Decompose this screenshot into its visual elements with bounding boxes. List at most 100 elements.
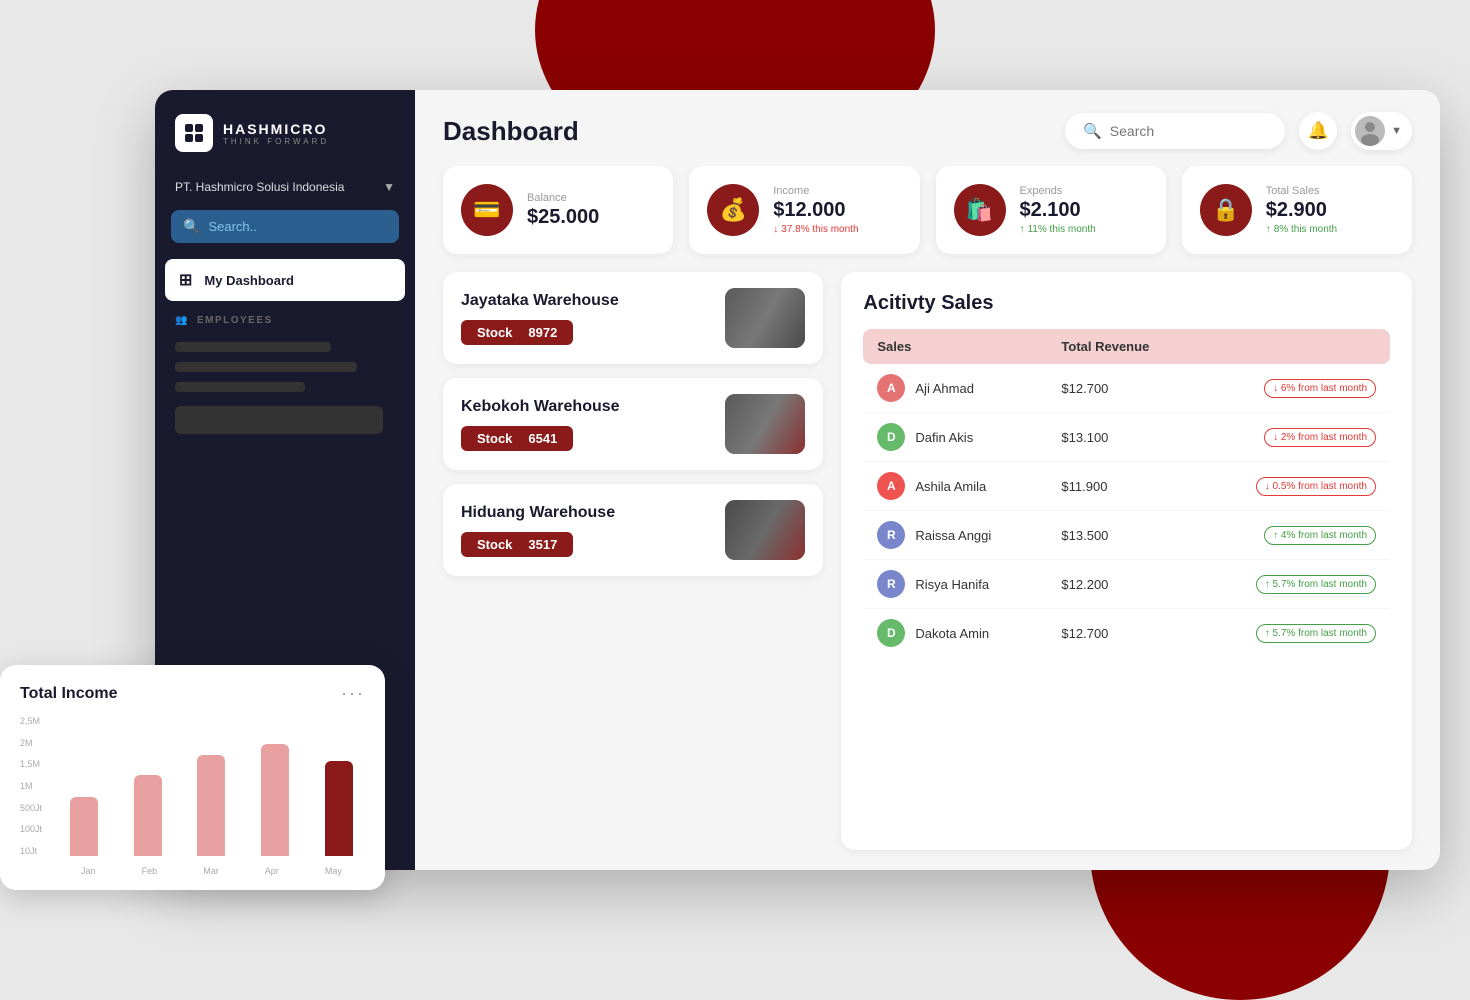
expends-change: ↑ 11% this month — [1020, 224, 1148, 235]
activity-row-ashila: A Ashila Amila $11.900 ↓ 0.5% from last … — [863, 462, 1390, 511]
change-cell-aji: ↓ 6% from last month — [1198, 364, 1390, 413]
chart-bars-area — [58, 716, 365, 856]
income-widget-title: Total Income — [20, 685, 118, 703]
warehouse-info-kebokoh: Kebokoh Warehouse Stock 6541 — [461, 398, 725, 451]
warehouse-img-jayataka — [725, 288, 805, 348]
chart-bar-may — [325, 761, 353, 856]
income-change-text: 37.8% this month — [781, 224, 858, 235]
logo-tagline: THINK FORWARD — [223, 137, 329, 146]
col-revenue: Total Revenue — [1047, 329, 1197, 364]
activity-card: Acitivty Sales Sales Total Revenue — [841, 272, 1412, 850]
section-employees: 👥 EMPLOYEES — [155, 301, 415, 332]
revenue-cell-raissa: $13.500 — [1047, 511, 1197, 560]
change-badge-aji: ↓ 6% from last month — [1264, 379, 1376, 398]
search-icon: 🔍 — [1083, 122, 1102, 140]
warehouse-name-hiduang: Hiduang Warehouse — [461, 504, 725, 522]
stock-badge-hiduang: Stock 3517 — [461, 532, 573, 557]
chart-bar-apr — [261, 744, 289, 856]
warehouse-card-hiduang: Hiduang Warehouse Stock 3517 — [443, 484, 823, 576]
person-avatar-aji: A — [877, 374, 905, 402]
nav-skeleton-2 — [175, 362, 357, 372]
stat-card-income: 💰 Income $12.000 ↓ 37.8% this month — [689, 166, 919, 254]
company-selector[interactable]: PT. Hashmicro Solusi Indonesia ▼ — [155, 172, 415, 210]
avatar — [1355, 116, 1385, 146]
change-cell-dafin: ↓ 2% from last month — [1198, 413, 1390, 462]
activity-row-risya: R Risya Hanifa $12.200 ↑ 5.7% from last … — [863, 560, 1390, 609]
warehouse-img-hiduang — [725, 500, 805, 560]
activity-row-dakota: D Dakota Amin $12.700 ↑ 5.7% from last m… — [863, 609, 1390, 658]
sales-person-cell: R Raissa Anggi — [863, 511, 1047, 560]
nav-skeleton-3 — [175, 382, 305, 392]
revenue-cell-ashila: $11.900 — [1047, 462, 1197, 511]
chart-x-label-may: May — [325, 866, 342, 876]
warehouse-name-kebokoh: Kebokoh Warehouse — [461, 398, 725, 416]
warehouse-name-jayataka: Jayataka Warehouse — [461, 292, 725, 310]
stat-info-income: Income $12.000 ↓ 37.8% this month — [773, 185, 901, 235]
stat-card-total-sales: 🔒 Total Sales $2.900 ↑ 8% this month — [1182, 166, 1412, 254]
chart-y-label: 100Jt — [20, 824, 42, 834]
dashboard-icon: ⊞ — [179, 270, 192, 290]
income-widget-menu-button[interactable]: ··· — [341, 683, 365, 704]
change-badge-risya: ↑ 5.7% from last month — [1256, 575, 1376, 594]
logo-text: HASHMICRO THINK FORWARD — [223, 121, 329, 146]
stock-badge-jayataka: Stock 8972 — [461, 320, 573, 345]
chart-bar-col-feb — [122, 716, 174, 856]
balance-label: Balance — [527, 192, 655, 204]
main-content: Dashboard 🔍 🔔 ▼ — [415, 90, 1440, 870]
stat-info-balance: Balance $25.000 — [527, 192, 655, 229]
avatar-button[interactable]: ▼ — [1351, 112, 1412, 150]
total-sales-label: Total Sales — [1266, 185, 1394, 197]
expends-label: Expends — [1020, 185, 1148, 197]
person-avatar-dakota: D — [877, 619, 905, 647]
chart-area: 2,5M2M1,5M1M500Jt100Jt10Jt JanFebMarAprM… — [20, 716, 365, 876]
balance-icon: 💳 — [461, 184, 513, 236]
income-label: Income — [773, 185, 901, 197]
chart-y-labels: 2,5M2M1,5M1M500Jt100Jt10Jt — [20, 716, 42, 856]
chart-y-label: 1M — [20, 781, 42, 791]
person-avatar-ashila: A — [877, 472, 905, 500]
person-name-aji: Aji Ahmad — [915, 381, 974, 396]
chevron-down-icon: ▼ — [1391, 125, 1402, 137]
change-badge-dafin: ↓ 2% from last month — [1264, 428, 1376, 447]
person-avatar-raissa: R — [877, 521, 905, 549]
expends-change-icon: ↑ — [1020, 224, 1025, 235]
sidebar-search-container: 🔍 — [171, 210, 399, 243]
activity-table: Sales Total Revenue A Aji Ahmad $12.700 — [863, 329, 1390, 657]
employees-icon: 👥 — [175, 315, 189, 326]
sidebar-item-dashboard[interactable]: ⊞ My Dashboard — [165, 259, 405, 301]
income-icon: 💰 — [707, 184, 759, 236]
sales-person-cell: D Dafin Akis — [863, 413, 1047, 462]
company-dropdown-icon: ▼ — [383, 180, 395, 194]
sidebar-search-input[interactable] — [208, 219, 387, 234]
activity-row-raissa: R Raissa Anggi $13.500 ↑ 4% from last mo… — [863, 511, 1390, 560]
income-widget-header: Total Income ··· — [20, 683, 365, 704]
revenue-cell-risya: $12.200 — [1047, 560, 1197, 609]
sidebar-logo: HASHMICRO THINK FORWARD — [155, 90, 415, 172]
person-avatar-risya: R — [877, 570, 905, 598]
search-input[interactable] — [1110, 123, 1267, 139]
chart-y-label: 10Jt — [20, 846, 42, 856]
stock-label-hiduang: Stock — [477, 537, 512, 552]
search-bar[interactable]: 🔍 — [1065, 113, 1285, 149]
nav-skeleton-1 — [175, 342, 331, 352]
notification-button[interactable]: 🔔 — [1299, 112, 1337, 150]
logo-icon — [175, 114, 213, 152]
sales-person-cell: A Aji Ahmad — [863, 364, 1047, 413]
main-header: Dashboard 🔍 🔔 ▼ — [415, 90, 1440, 166]
dashboard-body: 💳 Balance $25.000 💰 Income $12.000 ↓ 37.… — [415, 166, 1440, 870]
income-change-icon: ↓ — [773, 224, 778, 235]
col-sales: Sales — [863, 329, 1047, 364]
chart-bar-col-may — [313, 716, 365, 856]
total-sales-value: $2.900 — [1266, 199, 1394, 222]
logo-brand: HASHMICRO — [223, 121, 329, 137]
header-right: 🔍 🔔 ▼ — [1065, 112, 1412, 150]
stock-value-hiduang: 3517 — [528, 537, 557, 552]
chart-bar-jan — [70, 797, 98, 856]
stock-badge-kebokoh: Stock 6541 — [461, 426, 573, 451]
chart-y-label: 2,5M — [20, 716, 42, 726]
total-sales-change-icon: ↑ — [1266, 224, 1271, 235]
revenue-cell-aji: $12.700 — [1047, 364, 1197, 413]
chart-bar-col-mar — [186, 716, 238, 856]
company-name: PT. Hashmicro Solusi Indonesia — [175, 180, 344, 194]
stat-card-balance: 💳 Balance $25.000 — [443, 166, 673, 254]
